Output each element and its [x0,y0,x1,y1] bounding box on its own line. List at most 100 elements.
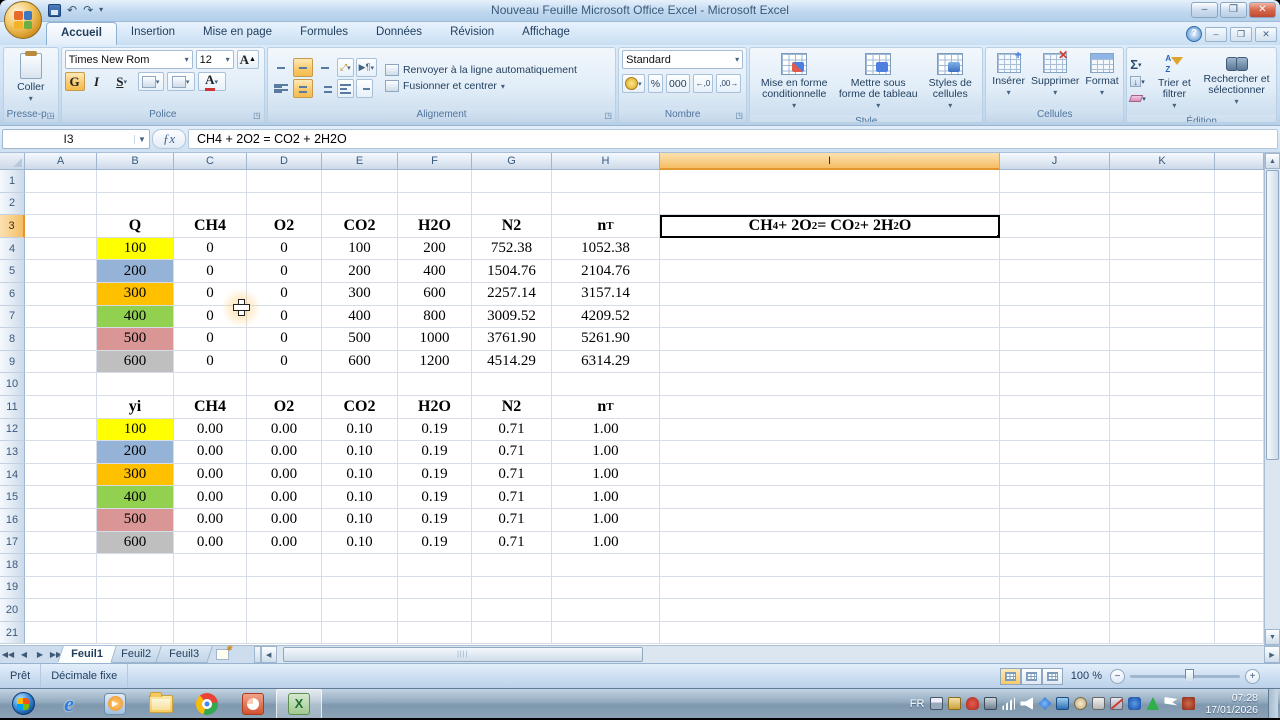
align-right-button[interactable] [315,79,335,98]
cell-F2[interactable] [398,192,472,216]
cell-I19[interactable] [660,576,1000,600]
cell-J14[interactable] [1000,463,1110,487]
cell-A19[interactable] [25,576,97,600]
cell-I3-equation[interactable]: CH 4 + 2O 2 = CO 2 + 2H 2 O [660,215,1000,238]
taskbar-powerpoint[interactable] [230,689,276,719]
sheet-tab-feuil3[interactable]: Feuil3 [155,646,213,663]
cell-K5[interactable] [1110,260,1215,283]
row-header-11[interactable]: 11 [0,395,25,419]
cell-H19[interactable] [552,576,660,600]
minimize-button[interactable]: – [1191,2,1218,18]
workbook-minimize-button[interactable]: – [1205,26,1227,42]
cell-H3[interactable]: nT [552,215,660,238]
cell-x2[interactable] [1215,192,1264,216]
cell-x4[interactable] [1215,237,1264,261]
cell-E5[interactable]: 200 [322,260,398,283]
cell-E20[interactable] [322,599,398,622]
row-header-9[interactable]: 9 [0,350,25,374]
cell-x17[interactable] [1215,531,1264,555]
vertical-scroll-thumb[interactable] [1266,170,1279,460]
format-cells-button[interactable]: Format [1082,50,1121,106]
row-header-5[interactable]: 5 [0,260,25,283]
cell-F19[interactable] [398,576,472,600]
insert-cells-button[interactable]: + Insérer [989,49,1028,106]
row-header-8[interactable]: 8 [0,328,25,351]
cell-D18[interactable] [247,554,322,577]
taskbar-excel[interactable]: X [276,688,322,719]
cell-H11[interactable]: nT [552,395,660,419]
scroll-right-icon[interactable]: ▶ [1264,646,1280,663]
cell-C9[interactable]: 0 [174,350,247,374]
autosum-button[interactable]: Σ ▾ [1130,57,1146,73]
cell-D20[interactable] [247,599,322,622]
cell-D11[interactable]: O2 [247,395,322,419]
help-icon[interactable]: ? [1186,26,1202,42]
cell-F11[interactable]: H2O [398,395,472,419]
cell-I1[interactable] [660,170,1000,193]
cell-x9[interactable] [1215,350,1264,374]
cell-styles-button[interactable]: Styles de cellules [921,50,979,113]
cell-K10[interactable] [1110,373,1215,396]
select-all-corner[interactable] [0,153,25,170]
cell-x12[interactable] [1215,418,1264,442]
cell-F20[interactable] [398,599,472,622]
cell-J12[interactable] [1000,418,1110,442]
net-tray-icon[interactable] [1110,697,1124,710]
cell-D14[interactable]: 0.00 [247,463,322,487]
cell-H13[interactable]: 1.00 [552,441,660,464]
cell-K8[interactable] [1110,328,1215,351]
cell-H7[interactable]: 4209.52 [552,305,660,329]
cell-G12[interactable]: 0.71 [472,418,552,442]
cell-D15[interactable]: 0.00 [247,486,322,509]
cell-F7[interactable]: 800 [398,305,472,329]
cell-K6[interactable] [1110,282,1215,306]
cell-A11[interactable] [25,395,97,419]
cell-F6[interactable]: 600 [398,282,472,306]
cell-I13[interactable] [660,441,1000,464]
tab-split-handle[interactable] [253,646,261,663]
cell-B14[interactable]: 300 [97,463,174,487]
msg-tray-icon[interactable] [1056,697,1070,710]
clipboard-dialog-launcher-icon[interactable]: ◳ [46,111,56,121]
sync-tray-icon[interactable] [1038,697,1052,710]
delete-cells-button[interactable]: ✕ Supprimer [1028,49,1082,106]
cell-J21[interactable] [1000,621,1110,645]
cell-E9[interactable]: 600 [322,350,398,374]
cell-E16[interactable]: 0.10 [322,508,398,532]
fill-color-button[interactable]: ▾ [166,72,195,91]
cell-I5[interactable] [660,260,1000,283]
cell-B19[interactable] [97,576,174,600]
cell-A14[interactable] [25,463,97,487]
column-header-A[interactable]: A [25,153,97,170]
wrap-text-button[interactable]: Renvoyer à la ligne automatiquement [384,64,577,76]
taskbar-media-player[interactable]: ▶ [92,689,138,719]
cell-B11[interactable]: yi [97,395,174,419]
cell-K1[interactable] [1110,170,1215,193]
zoom-slider-thumb[interactable] [1185,668,1194,683]
cell-x20[interactable] [1215,599,1264,622]
lock-tray-icon[interactable] [1092,697,1106,710]
cell-F10[interactable] [398,373,472,396]
conditional-formatting-button[interactable]: Mise en forme conditionnelle [753,50,835,113]
cell-E11[interactable]: CO2 [322,395,398,419]
redo-icon[interactable]: ↷ [83,2,93,18]
next-sheet-icon[interactable]: ▶ [32,646,48,663]
cell-A7[interactable] [25,305,97,329]
row-header-7[interactable]: 7 [0,305,25,329]
cell-J20[interactable] [1000,599,1110,622]
first-sheet-icon[interactable]: ◀◀ [0,646,16,663]
thousands-format-button[interactable]: 000 [666,74,690,93]
cell-C5[interactable]: 0 [174,260,247,283]
cell-A3[interactable] [25,215,97,238]
cell-D7[interactable]: 0 [247,305,322,329]
cell-B4[interactable]: 100 [97,237,174,261]
column-header-H[interactable]: H [552,153,660,170]
cell-J16[interactable] [1000,508,1110,532]
cell-J13[interactable] [1000,441,1110,464]
paste-button[interactable]: Coller [14,50,47,106]
horizontal-scrollbar[interactable]: |||| [276,646,1264,663]
cell-H2[interactable] [552,192,660,216]
cell-I4[interactable] [660,237,1000,261]
align-middle-button[interactable] [292,58,313,77]
font-name-select[interactable]: Times New Rom ▾ [64,50,193,69]
